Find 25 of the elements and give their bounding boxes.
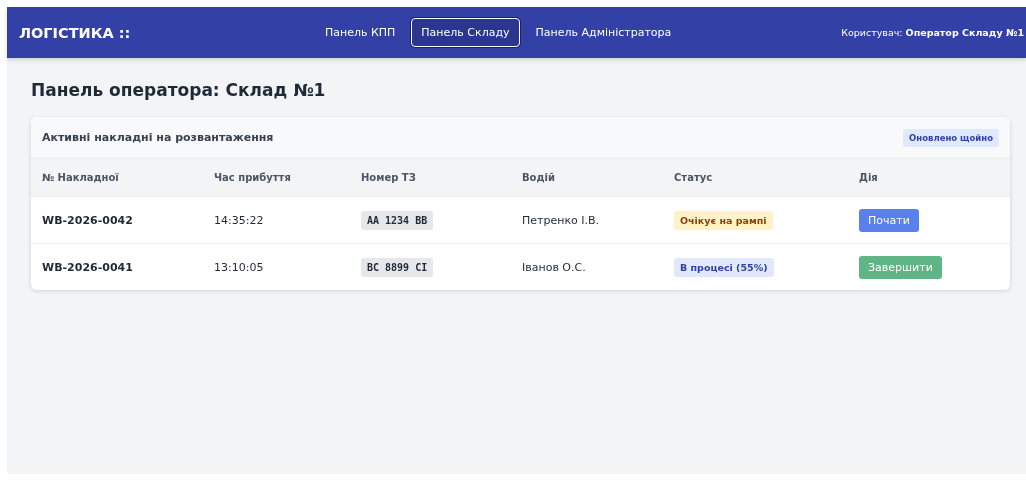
app-logo: ЛОГІСТИКА :: xyxy=(19,24,132,41)
plate-number: AA 1234 BB xyxy=(361,210,434,230)
column-header: Статус xyxy=(674,172,714,183)
action-button[interactable]: Почати xyxy=(859,208,919,232)
nav-tab[interactable]: Панель Адміністратора xyxy=(525,18,682,47)
column-header: № Накладної xyxy=(42,172,120,183)
page-title: Панель оператора: Склад №1 xyxy=(31,80,327,100)
plate-number: BC 8899 CI xyxy=(361,257,434,277)
nav-tab[interactable]: Панель КПП xyxy=(315,18,406,47)
column-header: Дія xyxy=(859,172,879,183)
driver-name: Петренко І.В. xyxy=(522,213,601,227)
update-badge: Оновлено щойно xyxy=(903,128,999,147)
user-info: Користувач: Оператор Складу №1 xyxy=(841,27,1025,38)
card-title: Активні накладні на розвантаження xyxy=(42,131,274,144)
column-header: Номер ТЗ xyxy=(361,172,417,183)
waybill-number: WB-2026-0041 xyxy=(42,260,134,274)
column-header: Водій xyxy=(522,172,556,183)
arrival-time: 13:10:05 xyxy=(214,260,265,274)
nav-tab[interactable]: Панель Складу xyxy=(411,18,520,47)
status-badge: В процесі (55%) xyxy=(674,257,774,277)
waybill-number: WB-2026-0042 xyxy=(42,213,134,227)
arrival-time: 14:35:22 xyxy=(214,213,265,227)
driver-name: Іванов О.С. xyxy=(522,260,587,274)
status-badge: Очікує на рампі xyxy=(674,210,773,230)
column-header: Час прибуття xyxy=(214,172,292,183)
